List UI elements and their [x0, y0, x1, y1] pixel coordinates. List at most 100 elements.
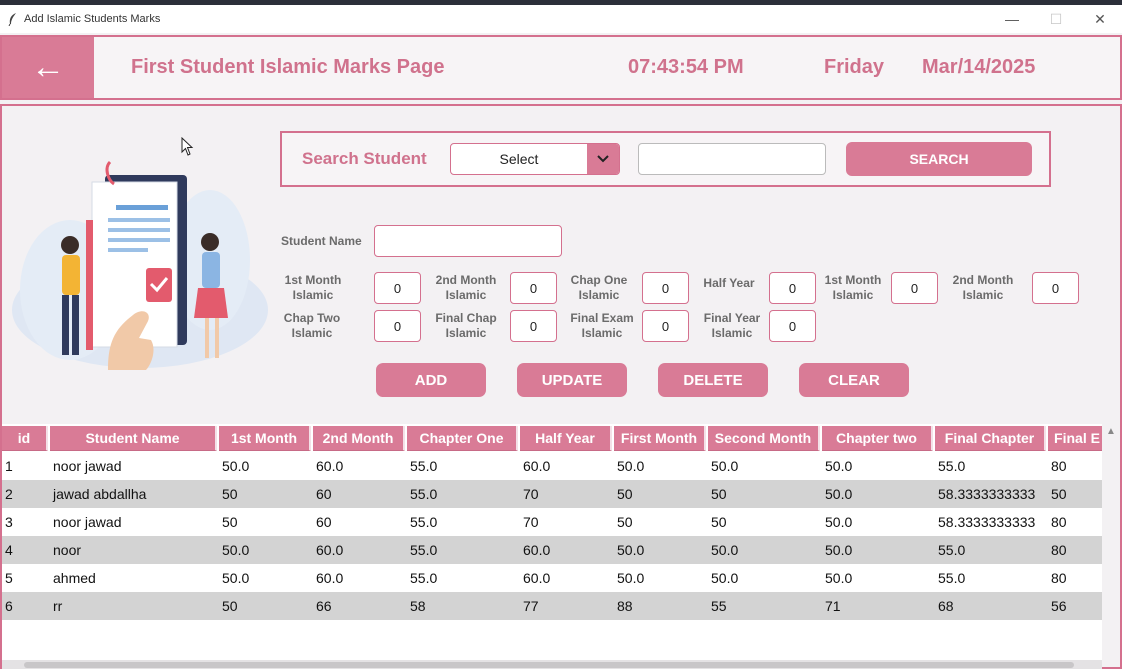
- window-titlebar: Add Islamic Students Marks — ☐ ✕: [0, 5, 1122, 33]
- vertical-scrollbar[interactable]: ▲: [1102, 424, 1120, 660]
- table-row[interactable]: 6 rr 50 66 58 77 88 55 71 68 56: [2, 592, 1102, 620]
- table-cell: 70: [523, 514, 539, 530]
- table-cell: 55.0: [410, 570, 438, 586]
- close-button[interactable]: ✕: [1078, 5, 1122, 33]
- student-name-label: Student Name: [281, 234, 362, 248]
- column-header[interactable]: Final Chapter: [935, 426, 1046, 451]
- clear-button[interactable]: CLEAR: [799, 363, 909, 397]
- table-cell: 50.0: [825, 542, 853, 558]
- column-header[interactable]: 1st Month: [219, 426, 311, 451]
- table-row[interactable]: 2 jawad abdallha 50 60 55.0 70 50 50 50.0 58.3333…: [2, 480, 1102, 508]
- field-half-year[interactable]: 0: [769, 272, 816, 304]
- search-field-select[interactable]: Select: [450, 143, 620, 175]
- field-label-final-chap: Final Chap Islamic: [435, 311, 497, 340]
- field-label-1st-month-2: 1st Month Islamic: [824, 273, 882, 302]
- table-cell: 55: [711, 598, 727, 614]
- field-1st-month-2[interactable]: 0: [891, 272, 938, 304]
- table-cell: 1: [5, 458, 13, 474]
- field-final-exam[interactable]: 0: [642, 310, 689, 342]
- field-1st-month[interactable]: 0: [374, 272, 421, 304]
- field-chap-two[interactable]: 0: [374, 310, 421, 342]
- table-cell: 50: [1051, 486, 1067, 502]
- table-cell: 60.0: [316, 542, 344, 558]
- field-final-chap[interactable]: 0: [510, 310, 557, 342]
- update-button[interactable]: UPDATE: [517, 363, 627, 397]
- table-row[interactable]: 4 noor 50.0 60.0 55.0 60.0 50.0 50.0 50.0 55.0 80: [2, 536, 1102, 564]
- table-cell: 2: [5, 486, 13, 502]
- table-cell: noor jawad: [53, 458, 122, 474]
- table-cell: 55.0: [410, 458, 438, 474]
- column-header[interactable]: id: [2, 426, 48, 451]
- feather-icon: [6, 12, 20, 26]
- column-header[interactable]: Chapter two: [822, 426, 933, 451]
- scroll-thumb[interactable]: [24, 662, 1074, 668]
- back-button[interactable]: ←: [2, 37, 94, 98]
- table-cell: 3: [5, 514, 13, 530]
- field-label-2nd-month: 2nd Month Islamic: [435, 273, 497, 302]
- table-cell: 50.0: [711, 542, 739, 558]
- table-cell: 68: [938, 598, 954, 614]
- clock-time: 07:43:54 PM: [628, 56, 744, 78]
- table-cell: 50: [222, 598, 238, 614]
- table-cell: 55.0: [410, 486, 438, 502]
- date: Mar/14/2025: [922, 56, 1036, 78]
- scroll-up-icon[interactable]: ▲: [1106, 426, 1116, 437]
- table-row[interactable]: 3 noor jawad 50 60 55.0 70 50 50 50.0 58.33333333…: [2, 508, 1102, 536]
- table-cell: 60: [316, 514, 332, 530]
- window-title: Add Islamic Students Marks: [24, 13, 161, 25]
- delete-button[interactable]: DELETE: [658, 363, 768, 397]
- table-cell: 58.3333333333: [938, 514, 1036, 530]
- table-cell: 50.0: [825, 486, 853, 502]
- table-cell: 55.0: [938, 458, 966, 474]
- field-chap-one[interactable]: 0: [642, 272, 689, 304]
- table-cell: rr: [53, 598, 63, 614]
- table-cell: 70: [523, 486, 539, 502]
- student-name-input[interactable]: [374, 225, 562, 257]
- column-header[interactable]: Final E: [1048, 426, 1102, 451]
- table-cell: 5: [5, 570, 13, 586]
- column-header[interactable]: First Month: [614, 426, 706, 451]
- maximize-button[interactable]: ☐: [1034, 5, 1078, 33]
- search-button[interactable]: SEARCH: [846, 142, 1032, 176]
- column-header[interactable]: 2nd Month: [313, 426, 405, 451]
- field-label-1st-month: 1st Month Islamic: [284, 273, 342, 302]
- table-cell: 50.0: [825, 458, 853, 474]
- column-header[interactable]: Chapter One: [407, 426, 518, 451]
- table-cell: 50: [711, 514, 727, 530]
- minimize-button[interactable]: —: [990, 5, 1034, 33]
- page-title: First Student Islamic Marks Page: [131, 56, 445, 78]
- field-label-half-year: Half Year: [703, 276, 755, 290]
- table-cell: 55.0: [938, 570, 966, 586]
- table-row[interactable]: 5 ahmed 50.0 60.0 55.0 60.0 50.0 50.0 50.0 55.0 80: [2, 564, 1102, 592]
- chevron-down-icon[interactable]: [587, 144, 619, 174]
- table-cell: 50.0: [222, 458, 250, 474]
- add-button[interactable]: ADD: [376, 363, 486, 397]
- table-cell: 50.0: [825, 570, 853, 586]
- table-row[interactable]: 1 noor jawad 50.0 60.0 55.0 60.0 50.0 50.0 50.0 5…: [2, 452, 1102, 480]
- search-input[interactable]: [638, 143, 826, 175]
- table-cell: 56: [1051, 598, 1067, 614]
- table-cell: 50.0: [222, 570, 250, 586]
- field-label-chap-two: Chap Two Islamic: [283, 311, 341, 340]
- column-header[interactable]: Student Name: [50, 426, 217, 451]
- select-value: Select: [499, 151, 539, 167]
- table-cell: jawad abdallha: [53, 486, 147, 502]
- table-cell: 50.0: [711, 570, 739, 586]
- search-panel: Search Student Select SEARCH: [280, 131, 1051, 187]
- column-header[interactable]: Half Year: [520, 426, 612, 451]
- field-2nd-month[interactable]: 0: [510, 272, 557, 304]
- column-header[interactable]: Second Month: [708, 426, 820, 451]
- table-cell: 50.0: [617, 570, 645, 586]
- field-final-year[interactable]: 0: [769, 310, 816, 342]
- table-header: id Student Name 1st Month 2nd Month Chapter …: [2, 426, 1102, 451]
- weekday: Friday: [824, 56, 885, 78]
- table-cell: 50.0: [825, 514, 853, 530]
- table-cell: 4: [5, 542, 13, 558]
- table-cell: noor jawad: [53, 514, 122, 530]
- field-2nd-month-2[interactable]: 0: [1032, 272, 1079, 304]
- table-cell: 50: [222, 514, 238, 530]
- marks-table: id Student Name 1st Month 2nd Month Chapter …: [2, 424, 1102, 660]
- table-cell: 58: [410, 598, 426, 614]
- table-cell: 50.0: [711, 458, 739, 474]
- horizontal-scrollbar[interactable]: [2, 660, 1102, 669]
